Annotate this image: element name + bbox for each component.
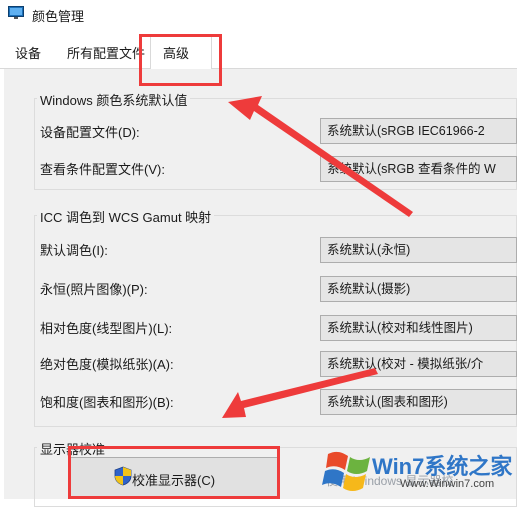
absolute-colorimetric-label: 绝对色度(模拟纸张)(A):: [40, 357, 174, 372]
highlight-box-advanced-tab: [139, 34, 222, 86]
saturation-label: 饱和度(图表和图形)(B):: [40, 395, 174, 410]
watermark-brand: Win7系统之家: [372, 454, 513, 479]
relative-colorimetric-dropdown[interactable]: 系统默认(校对和线性图片): [320, 315, 517, 341]
title-bar: 颜色管理: [0, 0, 517, 30]
viewing-profile-dropdown[interactable]: 系统默认(sRGB 查看条件的 W: [320, 156, 517, 182]
viewing-profile-label: 查看条件配置文件(V):: [40, 162, 165, 177]
saturation-dropdown[interactable]: 系统默认(图表和图形): [320, 389, 517, 415]
perceptual-dropdown[interactable]: 系统默认(摄影): [320, 276, 517, 302]
icc-mapping-title: ICC 调色到 WCS Gamut 映射: [37, 207, 215, 226]
windows-defaults-title: Windows 颜色系统默认值: [37, 90, 191, 109]
device-profile-label: 设备配置文件(D):: [40, 125, 140, 140]
tab-all-profiles[interactable]: 所有配置文件: [67, 43, 145, 62]
default-rendering-label: 默认调色(I):: [40, 243, 108, 258]
monitor-icon: [8, 6, 24, 19]
highlight-box-calibrate-button: [68, 446, 280, 499]
tab-devices[interactable]: 设备: [15, 43, 41, 62]
watermark-url: Www.Winwin7.com: [400, 478, 495, 490]
window-title: 颜色管理: [32, 9, 85, 24]
default-rendering-dropdown[interactable]: 系统默认(永恒): [320, 237, 517, 263]
perceptual-label: 永恒(照片图像)(P):: [40, 282, 148, 297]
absolute-colorimetric-dropdown[interactable]: 系统默认(校对 - 模拟纸张/介: [320, 351, 517, 377]
device-profile-dropdown[interactable]: 系统默认(sRGB IEC61966-2: [320, 118, 517, 144]
relative-colorimetric-label: 相对色度(线型图片)(L):: [40, 321, 173, 336]
